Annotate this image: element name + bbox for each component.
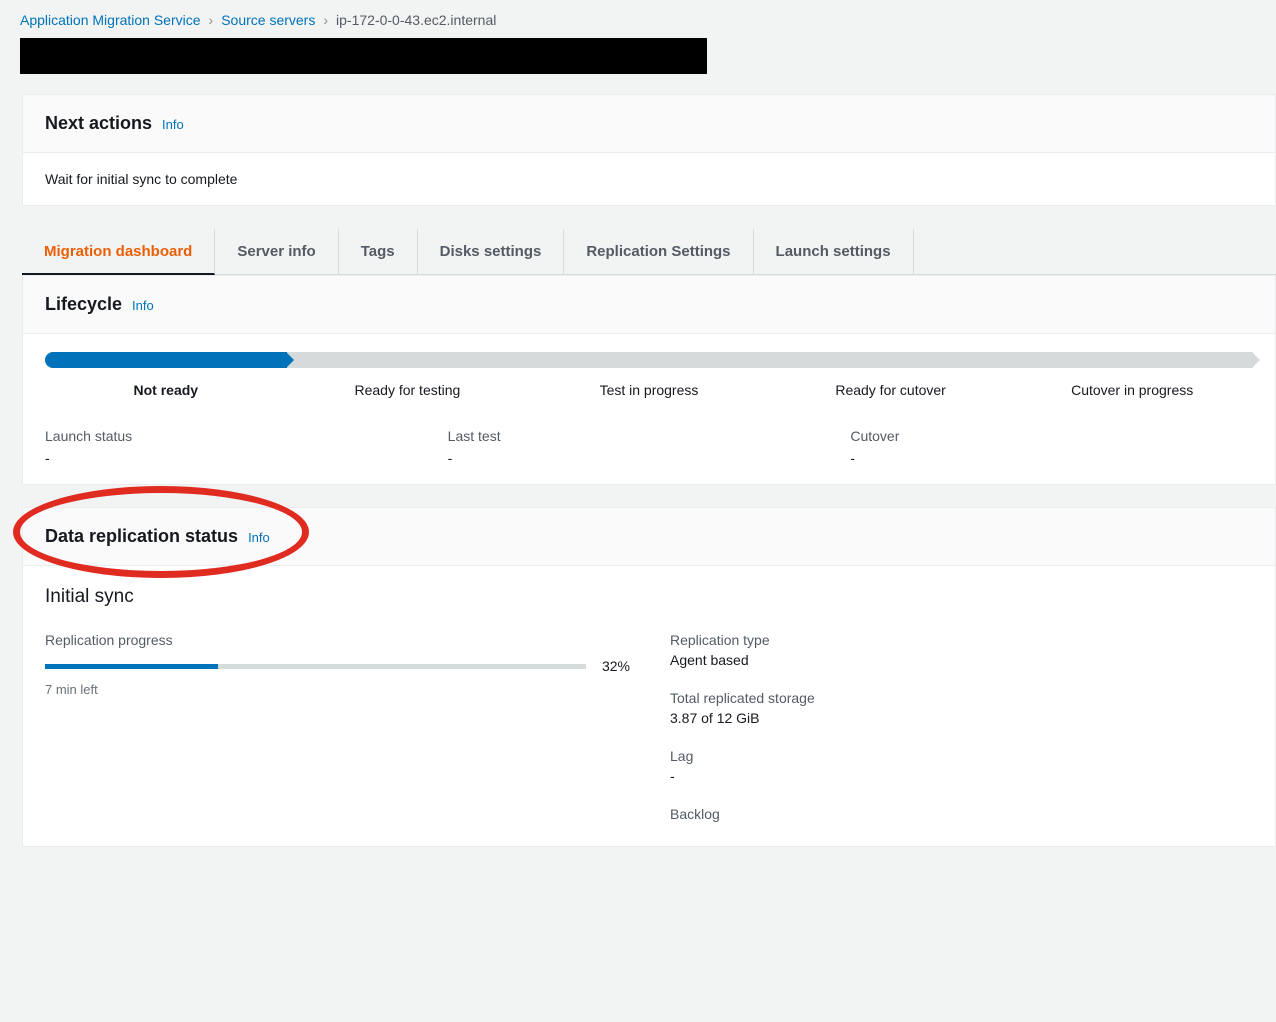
launch-status-col: Launch status -	[45, 428, 448, 466]
launch-status-label: Launch status	[45, 428, 448, 444]
next-actions-body: Wait for initial sync to complete	[23, 153, 1275, 205]
replication-progress-pct: 32%	[602, 658, 630, 674]
replication-type-label: Replication type	[670, 632, 1253, 648]
cutover-label: Cutover	[850, 428, 1253, 444]
lifecycle-panel: Lifecycle Info Not ready Ready for testi…	[22, 275, 1276, 485]
launch-status-value: -	[45, 450, 448, 466]
replication-progress-fill	[45, 664, 218, 669]
next-actions-title: Next actions	[45, 113, 152, 134]
replication-type-value: Agent based	[670, 652, 1253, 668]
last-test-label: Last test	[448, 428, 851, 444]
lifecycle-step-seg-3	[770, 352, 1012, 368]
replication-progress-bar	[45, 664, 586, 669]
breadcrumb-service-link[interactable]: Application Migration Service	[20, 12, 201, 28]
replication-info-link[interactable]: Info	[248, 530, 270, 545]
replication-lag-label: Lag	[670, 748, 1253, 764]
tabs: Migration dashboard Server info Tags Dis…	[22, 228, 1276, 275]
lifecycle-step-seg-4	[1011, 352, 1253, 368]
last-test-col: Last test -	[448, 428, 851, 466]
lifecycle-header: Lifecycle Info	[23, 276, 1275, 334]
lifecycle-step-seg-1	[287, 352, 529, 368]
replication-storage-label: Total replicated storage	[670, 690, 1253, 706]
lifecycle-title: Lifecycle	[45, 294, 122, 315]
tab-tags[interactable]: Tags	[339, 228, 418, 274]
tab-disks-settings[interactable]: Disks settings	[418, 228, 565, 274]
lifecycle-info-link[interactable]: Info	[132, 298, 154, 313]
replication-storage-value: 3.87 of 12 GiB	[670, 710, 1253, 726]
replication-header: Data replication status Info	[23, 508, 1275, 566]
lifecycle-step-label-0: Not ready	[45, 378, 287, 402]
tab-launch-settings[interactable]: Launch settings	[754, 228, 914, 274]
lifecycle-step-label-4: Cutover in progress	[1011, 378, 1253, 402]
next-actions-header: Next actions Info	[23, 95, 1275, 153]
redacted-title	[20, 38, 707, 74]
replication-eta: 7 min left	[45, 682, 630, 697]
lifecycle-step-labels: Not ready Ready for testing Test in prog…	[45, 378, 1253, 402]
replication-subtitle: Initial sync	[45, 586, 1253, 608]
lifecycle-step-seg-2	[528, 352, 770, 368]
replication-progress-label: Replication progress	[45, 632, 630, 648]
chevron-right-icon: ›	[209, 12, 214, 28]
replication-lag-value: -	[670, 768, 1253, 784]
tab-server-info[interactable]: Server info	[215, 228, 338, 274]
tab-replication-settings[interactable]: Replication Settings	[564, 228, 753, 274]
replication-right-col: Replication type Agent based Total repli…	[670, 632, 1253, 826]
replication-progress-row: 32%	[45, 658, 630, 674]
breadcrumb-current: ip-172-0-0-43.ec2.internal	[336, 12, 496, 28]
next-actions-info-link[interactable]: Info	[162, 117, 184, 132]
next-actions-panel: Next actions Info Wait for initial sync …	[22, 94, 1276, 206]
last-test-value: -	[448, 450, 851, 466]
cutover-value: -	[850, 450, 1253, 466]
replication-panel: Data replication status Info Initial syn…	[22, 507, 1276, 847]
lifecycle-step-bar	[45, 352, 1253, 368]
lifecycle-status-grid: Launch status - Last test - Cutover -	[45, 428, 1253, 466]
replication-body: Initial sync Replication progress 32% 7 …	[23, 566, 1275, 846]
tab-migration-dashboard[interactable]: Migration dashboard	[22, 228, 215, 275]
replication-left-col: Replication progress 32% 7 min left	[45, 632, 630, 826]
breadcrumb-section-link[interactable]: Source servers	[221, 12, 315, 28]
lifecycle-step-label-2: Test in progress	[528, 378, 770, 402]
lifecycle-step-label-1: Ready for testing	[287, 378, 529, 402]
chevron-right-icon: ›	[323, 12, 328, 28]
replication-title: Data replication status	[45, 526, 238, 547]
lifecycle-body: Not ready Ready for testing Test in prog…	[23, 334, 1275, 484]
lifecycle-step-seg-0	[45, 352, 287, 368]
breadcrumb: Application Migration Service › Source s…	[0, 0, 1276, 38]
cutover-col: Cutover -	[850, 428, 1253, 466]
replication-backlog-label: Backlog	[670, 806, 1253, 822]
lifecycle-step-label-3: Ready for cutover	[770, 378, 1012, 402]
